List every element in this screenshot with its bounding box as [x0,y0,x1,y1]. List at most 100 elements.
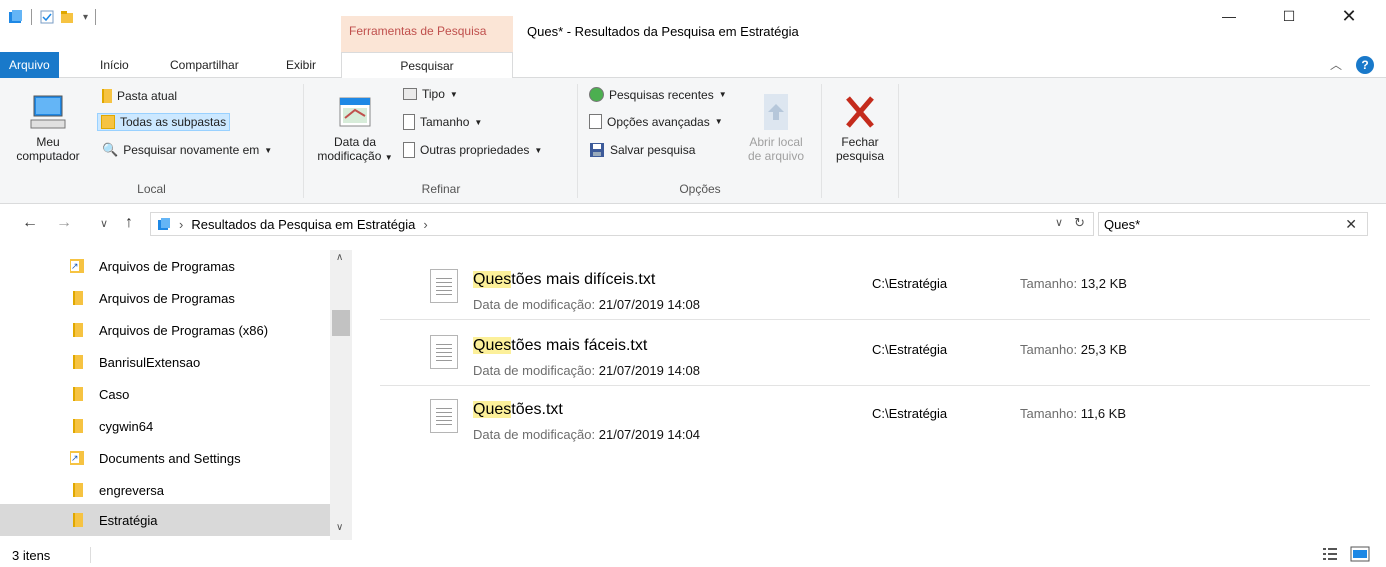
pesquisas-recentes-button[interactable]: Pesquisas recentes ▼ [589,87,727,102]
file-size: Tamanho: 13,2 KB [1020,276,1127,291]
forward-arrow-icon[interactable]: → [56,214,72,232]
nav-item-label: Arquivos de Programas [99,290,235,306]
navigation-bar: ← → ∨ ↑ › Resultados da Pesquisa em Estr… [0,205,1386,241]
nav-item-folder[interactable]: Caso [0,378,330,410]
todas-subpastas-button[interactable]: Todas as subpastas [97,113,231,131]
chevron-down-icon: ▼ [474,117,483,127]
nav-item-label: Caso [99,386,130,402]
pesquisar-novamente-button[interactable]: 🔍 Pesquisar novamente em ▼ [102,142,272,158]
match-highlight: Ques [473,337,512,354]
nav-item-shortcut[interactable]: Documents and Settings [0,442,330,474]
folder-icon [73,355,83,369]
search-again-icon: 🔍 [102,142,119,157]
details-view-icon[interactable] [1322,547,1338,561]
address-bar[interactable]: › Resultados da Pesquisa em Estratégia ›… [150,212,1094,236]
folder-icon [102,89,112,103]
collapse-ribbon-icon[interactable]: ︿ [1330,56,1342,73]
nav-item-folder[interactable]: Arquivos de Programas [0,282,330,314]
file-name[interactable]: Questões mais fáceis.txt [473,337,647,355]
nav-item-folder[interactable]: Arquivos de Programas (x86) [0,314,330,346]
file-name[interactable]: Questões.txt [473,401,563,419]
advanced-options-icon [589,114,602,129]
scroll-up-icon[interactable]: ∧ [336,252,343,263]
help-icon[interactable]: ? [1356,56,1374,74]
fechar-pesquisa-button[interactable]: Fechar pesquisa [827,92,893,163]
result-row[interactable]: Questões mais difíceis.txt Data de modif… [380,254,1370,320]
large-icons-view-icon[interactable] [1350,546,1370,562]
outras-propriedades-button[interactable]: Outras propriedades ▼ [403,142,542,158]
properties-icon[interactable] [39,9,55,25]
data-modificacao-button[interactable]: Data da modificação ▼ [309,92,401,165]
result-row[interactable]: Questões mais fáceis.txt Data de modific… [380,320,1370,386]
minimize-button[interactable]: — [1206,0,1252,32]
close-button[interactable]: ✕ [1326,0,1372,32]
search-box[interactable]: Ques* ✕ [1098,212,1368,236]
pasta-atual-button[interactable]: Pasta atual [102,89,177,103]
text-file-icon [430,335,458,369]
opcoes-avancadas-button[interactable]: Opções avançadas ▼ [589,114,723,129]
size-label: Tamanho: [1020,276,1078,291]
text-file-icon [430,269,458,303]
tab-pesquisar[interactable]: Pesquisar [341,52,513,79]
up-arrow-icon[interactable]: ↑ [125,214,133,232]
nav-item-folder[interactable]: engreversa [0,474,330,506]
tipo-button[interactable]: Tipo ▼ [403,87,458,101]
nav-item-label: Arquivos de Programas [99,258,235,274]
shortcut-folder-icon [70,259,84,273]
refresh-icon[interactable]: ↻ [1074,215,1085,231]
nav-item-folder[interactable]: BanrisulExtensao [0,346,330,378]
nav-item-folder[interactable]: cygwin64 [0,410,330,442]
item-count: 3 itens [12,548,51,563]
search-input[interactable]: Ques* [1104,217,1140,232]
breadcrumb-chevron-icon[interactable]: › [423,217,427,232]
chevron-down-icon: ▼ [449,89,458,99]
open-location-icon [764,94,788,130]
tamanho-label: Tamanho [420,115,470,129]
tab-inicio[interactable]: Início [92,52,137,78]
nav-item-label: engreversa [99,482,165,498]
tab-exibir[interactable]: Exibir [278,52,324,78]
folder-icon [73,387,83,401]
breadcrumb-separator-icon[interactable]: › [179,217,183,232]
file-name[interactable]: Questões mais difíceis.txt [473,271,655,289]
recent-locations-chevron-icon[interactable]: ∨ [100,217,108,230]
date-label: Data de modificação: [473,297,596,312]
result-row[interactable]: Questões.txt Data de modificação: 21/07/… [380,384,1370,450]
chevron-down-icon: ▼ [718,90,727,99]
shortcut-folder-icon [70,451,84,465]
meu-computador-label: Meu computador [16,135,80,163]
tab-compartilhar[interactable]: Compartilhar [162,52,247,78]
back-arrow-icon[interactable]: ← [22,214,38,232]
clear-search-icon[interactable]: ✕ [1345,216,1357,233]
tamanho-button[interactable]: Tamanho ▼ [403,114,482,130]
meu-computador-button[interactable]: Meu computador [8,92,88,163]
customize-qat-icon[interactable]: ▾ [83,12,88,23]
type-icon [403,88,417,100]
maximize-button[interactable]: ☐ [1266,0,1312,32]
calendar-icon [339,97,371,127]
size-label: Tamanho: [1020,342,1078,357]
tab-arquivo[interactable]: Arquivo [0,52,59,78]
fechar-pesquisa-label: Fechar pesquisa [835,135,885,163]
nav-scrollbar[interactable]: ∧ ∨ [330,250,352,540]
search-results-icon [158,218,170,230]
address-dropdown-icon[interactable]: ∨ [1055,216,1063,229]
salvar-pesquisa-button[interactable]: Salvar pesquisa [589,142,695,158]
save-icon [590,143,604,157]
nav-item-shortcut[interactable]: Arquivos de Programas [0,250,330,282]
scrollbar-thumb[interactable] [332,310,350,336]
date-value: 21/07/2019 14:08 [598,297,700,312]
scroll-down-icon[interactable]: ∨ [336,522,343,533]
file-date: Data de modificação: 21/07/2019 14:08 [473,363,700,378]
new-folder-icon[interactable] [59,9,75,25]
nav-item-folder-selected[interactable]: Estratégia [0,504,330,536]
file-name-rest: tões.txt [511,401,563,418]
navigation-pane: Arquivos de Programas Arquivos de Progra… [0,250,355,540]
size-value: 11,6 KB [1080,406,1127,421]
computer-icon [30,95,66,129]
chevron-down-icon: ▼ [264,145,273,155]
text-file-icon [430,399,458,433]
abrir-local-button[interactable]: Abrir local de arquivo [741,92,811,163]
breadcrumb-path[interactable]: Resultados da Pesquisa em Estratégia [191,217,415,232]
group-opcoes-label: Opções [679,182,721,196]
